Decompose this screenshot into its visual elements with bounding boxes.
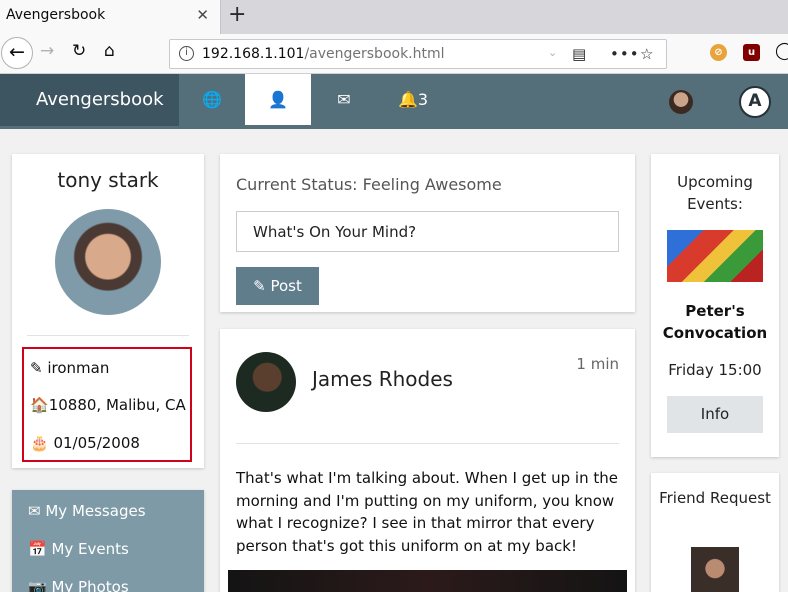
pencil-icon: ✎ — [30, 359, 43, 377]
menu-item-events[interactable]: 📅 My Events — [28, 540, 129, 558]
notification-count: 3 — [417, 90, 429, 109]
event-time: Friday 15:00 — [668, 361, 762, 379]
post-button-label: Post — [270, 277, 302, 295]
back-icon[interactable]: ← — [1, 37, 33, 69]
profile-name: tony stark — [57, 168, 159, 192]
address-row: 🏠10880, Malibu, CA — [30, 396, 186, 414]
profile-card: tony stark ✎ ironman 🏠10880, Malibu, CA … — [12, 154, 204, 468]
avatar[interactable] — [236, 352, 296, 412]
events-title: Upcoming Events: — [677, 173, 753, 213]
reload-icon[interactable]: ↻ — [72, 41, 86, 61]
url-bar[interactable]: i 192.168.1.101/avengersbook.html ⌄ ▤ ••… — [169, 39, 667, 69]
house-icon: 🏠 — [30, 396, 49, 414]
more-icon[interactable]: ••• — [610, 45, 640, 63]
notification-button[interactable]: 🔔3 — [380, 74, 446, 125]
brand[interactable]: Avengersbook — [0, 74, 179, 126]
avengers-logo[interactable]: A — [739, 86, 771, 118]
forward-icon[interactable]: → — [40, 41, 54, 61]
new-tab-icon[interactable]: + — [228, 2, 246, 27]
app-header: Avengersbook 🌐 👤 ✉ 🔔3 — [0, 74, 788, 129]
close-tab-icon[interactable]: ✕ — [196, 6, 209, 24]
profile-details: ✎ ironman 🏠10880, Malibu, CA 🎂 01/05/200… — [22, 347, 192, 462]
address: 10880, Malibu, CA — [48, 396, 186, 414]
post-author[interactable]: James Rhodes — [312, 367, 453, 391]
menu-item-messages[interactable]: ✉ My Messages — [28, 502, 146, 520]
chevron-down-icon[interactable]: ⌄ — [548, 46, 557, 59]
divider — [236, 443, 619, 444]
blocked-extension-icon[interactable]: ⊘ — [710, 44, 727, 61]
url-text: 192.168.1.101/avengersbook.html — [202, 46, 445, 62]
menu-item-photos[interactable]: 📷 My Photos — [28, 578, 129, 592]
username: ironman — [47, 359, 110, 377]
profile-photo — [55, 209, 161, 315]
username-row: ✎ ironman — [30, 359, 109, 377]
birthday: 01/05/2008 — [53, 434, 140, 452]
menu-item-label: My Photos — [51, 578, 129, 592]
notification-icon: 🔔 — [397, 90, 418, 109]
tab-title: Avengersbook — [6, 7, 106, 23]
side-menu: ✉ My Messages 📅 My Events 📷 My Photos — [12, 490, 204, 592]
event-name: Peter's Convocation — [662, 302, 768, 342]
brand-name: Avengersbook — [36, 89, 164, 110]
divider — [27, 335, 189, 336]
menu-item-label: My Messages — [45, 502, 146, 520]
reader-icon[interactable]: ▤ — [572, 45, 586, 63]
current-status: Current Status: Feeling Awesome — [236, 175, 502, 194]
events-card: Upcoming Events: Peter's Convocation Fri… — [651, 154, 779, 457]
post-body: That's what I'm talking about. When I ge… — [236, 469, 618, 555]
user-icon[interactable]: 👤 — [245, 74, 311, 125]
browser-tab-bar: Avengersbook ✕ + — [0, 0, 788, 34]
envelope-icon: ✉ — [28, 502, 41, 520]
browser-nav-bar: ← → ↻ ⌂ i 192.168.1.101/avengersbook.htm… — [0, 34, 788, 74]
calendar-icon: 📅 — [28, 540, 47, 558]
friend-photo[interactable] — [691, 547, 739, 592]
account-icon[interactable]: ◯ — [775, 41, 788, 61]
status-input[interactable] — [236, 211, 619, 252]
url-host: 192.168.1.101 — [202, 46, 305, 62]
info-icon[interactable]: i — [179, 46, 194, 61]
feed-post: James Rhodes 1 min That's what I'm talki… — [220, 329, 635, 592]
post-image[interactable] — [228, 570, 627, 592]
post-button[interactable]: ✎ Post — [236, 267, 319, 305]
birthday-row: 🎂 01/05/2008 — [30, 434, 140, 452]
avatar[interactable] — [669, 90, 693, 114]
home-icon[interactable]: ⌂ — [104, 41, 115, 61]
bookmark-star-icon[interactable]: ☆ — [640, 45, 653, 63]
pencil-icon: ✎ — [253, 277, 266, 295]
friend-request-title: Friend Request — [659, 489, 771, 507]
camera-icon: 📷 — [28, 578, 47, 592]
cake-icon: 🎂 — [30, 434, 49, 452]
friend-request-card: Friend Request — [651, 473, 779, 592]
browser-tab[interactable]: Avengersbook ✕ — [0, 0, 221, 34]
event-image — [667, 230, 763, 282]
url-path: /avengersbook.html — [304, 46, 445, 62]
globe-icon[interactable]: 🌐 — [179, 74, 245, 125]
post-time: 1 min — [576, 355, 619, 373]
envelope-icon[interactable]: ✉ — [311, 74, 377, 125]
info-button[interactable]: Info — [667, 396, 763, 433]
status-card: Current Status: Feeling Awesome ✎ Post — [220, 154, 635, 312]
menu-item-label: My Events — [51, 540, 129, 558]
ublock-icon[interactable]: u — [743, 44, 760, 61]
